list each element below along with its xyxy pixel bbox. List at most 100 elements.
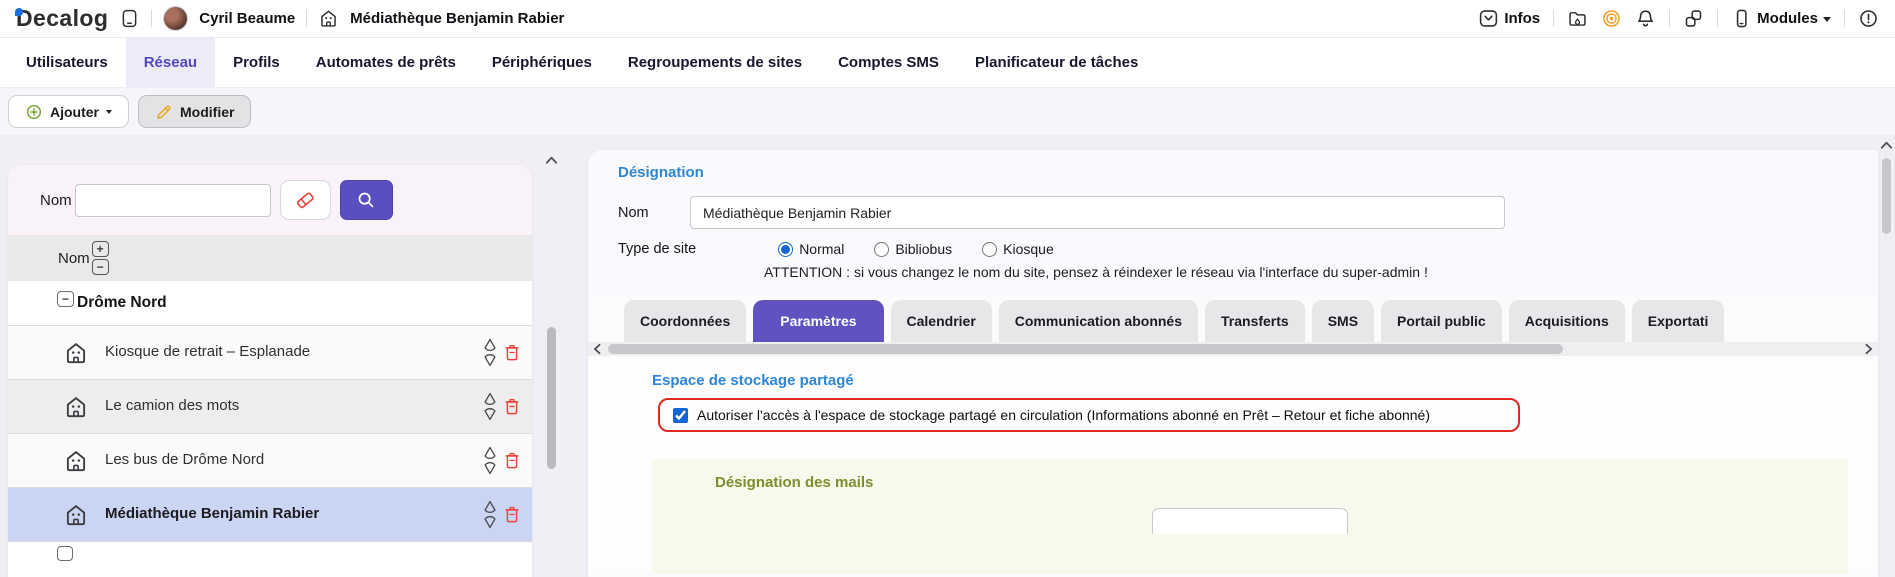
delete-site-icon[interactable] [502, 396, 522, 417]
alert-info-icon[interactable] [1858, 8, 1879, 29]
scrollbar-thumb[interactable] [547, 327, 556, 469]
add-button[interactable]: Ajouter [8, 95, 129, 128]
tab-transferts[interactable]: Transferts [1205, 300, 1305, 342]
radio-bibliobus[interactable]: Bibliobus [874, 241, 952, 257]
move-down-icon[interactable] [482, 353, 498, 367]
shared-storage-checkbox[interactable] [673, 407, 688, 423]
radio-normal-input[interactable] [778, 241, 794, 257]
scroll-up-icon[interactable] [545, 155, 558, 165]
tab-sms[interactable]: SMS [1311, 300, 1375, 342]
tab-acquisitions[interactable]: Acquisitions [1508, 300, 1625, 342]
search-button[interactable] [339, 180, 393, 220]
current-site-name[interactable]: Médiathèque Benjamin Rabier [350, 10, 564, 27]
search-icon [355, 189, 377, 211]
scrollbar-thumb[interactable] [1882, 158, 1891, 234]
infos-button[interactable]: Infos [1478, 8, 1540, 29]
site-list-item[interactable]: Les bus de Drôme Nord [8, 433, 532, 487]
site-type-label: Type de site [618, 241, 697, 257]
tab-coordonnees[interactable]: Coordonnées [624, 300, 747, 342]
mail-designation-input[interactable] [1152, 508, 1348, 534]
tree-expand-controls: + − [91, 241, 109, 275]
app-window: Decalog Cyril Beaume Médiathèque Benjami… [0, 0, 1895, 577]
nav-item-comptes-sms[interactable]: Comptes SMS [820, 38, 957, 87]
sidebar-scrollbar[interactable] [544, 155, 559, 577]
site-list-item[interactable]: Le camion des mots [8, 379, 532, 433]
chevron-down-icon [1823, 17, 1831, 22]
clear-search-button[interactable] [279, 180, 331, 220]
phone-icon [1731, 8, 1752, 29]
nav-item-automates[interactable]: Automates de prêts [298, 38, 474, 87]
site-list-item-selected[interactable]: Médiathèque Benjamin Rabier [8, 487, 532, 541]
move-up-icon[interactable] [482, 338, 498, 352]
site-name-search-input[interactable] [74, 183, 271, 217]
radio-bibliobus-input[interactable] [874, 241, 890, 257]
network-group-row[interactable]: − Drôme Nord [8, 281, 532, 325]
site-name: Médiathèque Benjamin Rabier [105, 505, 320, 523]
decalog-logo[interactable]: Decalog [14, 5, 108, 32]
tablet-icon[interactable] [119, 8, 140, 29]
shared-storage-highlighted-option[interactable]: Autoriser l'accès à l'espace de stockage… [658, 398, 1520, 432]
next-group-row-partial[interactable] [8, 541, 532, 577]
site-type-form-row: Type de site Normal Bibliobus Kiosque [618, 241, 1838, 257]
tabs-horizontal-scrollbar[interactable] [588, 342, 1878, 356]
sites-sidebar: Nom Nom + − − Drôme Nord Kiosque de retr… [8, 165, 532, 577]
radio-normal[interactable]: Normal [778, 241, 844, 257]
move-down-icon[interactable] [482, 407, 498, 421]
nav-item-planificateur[interactable]: Planificateur de tâches [957, 38, 1156, 87]
header-divider [1717, 10, 1719, 27]
tab-parametres[interactable]: Paramètres [753, 300, 884, 342]
link-icon[interactable] [1683, 8, 1704, 29]
header-divider [306, 10, 308, 27]
nav-item-regroupements[interactable]: Regroupements de sites [610, 38, 820, 87]
collapse-group-icon[interactable]: − [57, 291, 74, 307]
site-list-item[interactable]: Kiosque de retrait – Esplanade [8, 325, 532, 379]
move-up-icon[interactable] [482, 500, 498, 514]
move-up-icon[interactable] [482, 446, 498, 460]
tab-exportations[interactable]: Exportati [1631, 300, 1725, 342]
nav-item-utilisateurs[interactable]: Utilisateurs [8, 38, 126, 87]
modules-menu-button[interactable]: Modules [1731, 8, 1831, 29]
user-avatar[interactable] [163, 6, 189, 31]
site-name-input[interactable] [690, 196, 1505, 229]
page-body: Nom Nom + − − Drôme Nord Kiosque de retr… [0, 135, 1895, 577]
radio-kiosque-input[interactable] [982, 241, 998, 257]
detail-tabs: Coordonnées Paramètres Calendrier Commun… [624, 300, 1878, 342]
mail-designation-title: Désignation des mails [715, 474, 874, 491]
rename-warning-text: ATTENTION : si vous changez le nom du si… [764, 264, 1428, 280]
user-name[interactable]: Cyril Beaume [199, 10, 295, 27]
live-status-icon[interactable] [1601, 8, 1622, 29]
collapse-all-button[interactable]: − [91, 259, 109, 275]
scrollbar-thumb[interactable] [608, 344, 1563, 354]
chevron-down-icon [106, 109, 112, 114]
notifications-bell-icon[interactable] [1635, 8, 1656, 29]
nav-item-reseau[interactable]: Réseau [125, 38, 216, 87]
delete-site-icon[interactable] [502, 450, 522, 471]
tab-portail-public[interactable]: Portail public [1381, 300, 1502, 342]
header-divider [1844, 10, 1845, 27]
scroll-up-icon[interactable] [1880, 140, 1893, 150]
expand-group-icon[interactable] [57, 546, 73, 561]
scroll-left-icon[interactable] [592, 343, 602, 355]
expand-all-button[interactable]: + [91, 241, 109, 257]
shared-storage-checkbox-label: Autoriser l'accès à l'espace de stockage… [697, 407, 1430, 423]
edit-button-label: Modifier [180, 103, 235, 120]
folder-export-icon[interactable] [1567, 8, 1588, 29]
infos-label: Infos [1504, 10, 1541, 27]
library-building-icon [63, 394, 89, 420]
delete-site-icon[interactable] [502, 504, 522, 525]
tab-calendrier[interactable]: Calendrier [890, 300, 992, 342]
pencil-icon [155, 103, 173, 121]
network-group-label: Drôme Nord [77, 294, 167, 311]
move-down-icon[interactable] [482, 461, 498, 475]
scroll-right-icon[interactable] [1864, 343, 1874, 355]
move-down-icon[interactable] [482, 515, 498, 529]
tab-communication-abonnes[interactable]: Communication abonnés [998, 300, 1198, 342]
move-up-icon[interactable] [482, 392, 498, 406]
nav-item-profils[interactable]: Profils [215, 38, 298, 87]
main-panel-scrollbar[interactable] [1879, 140, 1894, 577]
delete-site-icon[interactable] [502, 342, 522, 363]
search-field-label: Nom [40, 191, 72, 209]
radio-kiosque[interactable]: Kiosque [982, 241, 1054, 257]
nav-item-peripheriques[interactable]: Périphériques [474, 38, 610, 87]
edit-button[interactable]: Modifier [138, 95, 252, 128]
